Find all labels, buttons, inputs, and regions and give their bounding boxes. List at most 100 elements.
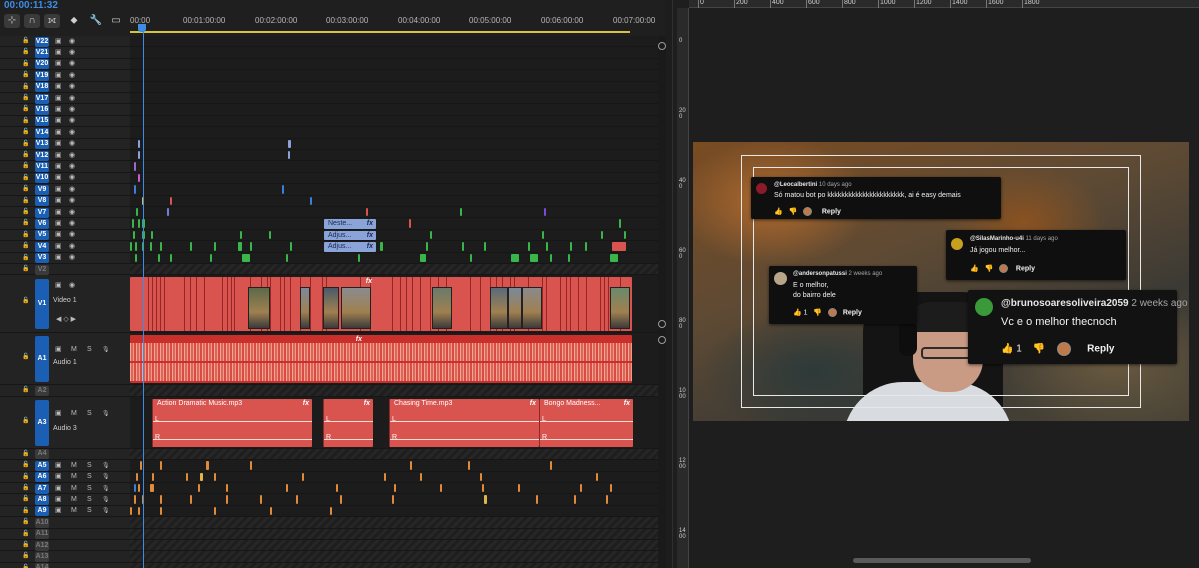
clip-marker[interactable] (480, 472, 482, 481)
toggle-output-icon[interactable]: ▣ (55, 281, 62, 291)
solo-button[interactable]: S (87, 495, 92, 505)
volume-rubberband[interactable] (390, 420, 539, 422)
lock-icon[interactable]: 🔓 (22, 60, 29, 67)
eye-icon[interactable]: ◉ (69, 173, 75, 183)
clip-marker[interactable] (286, 253, 288, 262)
clip-marker[interactable] (511, 253, 519, 262)
clip-marker[interactable] (134, 185, 136, 194)
eye-icon[interactable]: ◉ (69, 94, 75, 104)
lock-icon[interactable]: 🔓 (22, 541, 29, 548)
toggle-output-icon[interactable]: ▣ (55, 472, 62, 482)
toggle-output-icon[interactable]: ▣ (55, 116, 62, 126)
track-name[interactable]: A5 (35, 460, 49, 471)
solo-button[interactable]: S (87, 409, 92, 419)
eye-icon[interactable]: ◉ (69, 116, 75, 126)
keyframe-nav-icon[interactable]: ◀ ◇ ▶ (56, 315, 76, 325)
captions-icon[interactable]: ▭ (108, 14, 124, 28)
clip-marker[interactable] (250, 242, 252, 251)
track-name[interactable]: V11 (35, 162, 49, 173)
thumbs-up-icon[interactable]: 👍 (1001, 344, 1013, 355)
eye-icon[interactable]: ◉ (69, 208, 75, 218)
wrench-icon[interactable]: 🔧 (88, 14, 104, 28)
track-lane[interactable] (130, 58, 658, 70)
track-lane[interactable] (130, 36, 658, 47)
clip-marker[interactable] (135, 242, 137, 251)
playhead-handle[interactable] (138, 24, 146, 32)
lock-icon[interactable]: 🔓 (22, 507, 29, 514)
track-name[interactable]: V17 (35, 93, 49, 104)
track-lane[interactable]: Neste... fx (130, 218, 658, 229)
clip-marker[interactable] (568, 253, 570, 262)
music-clip[interactable]: Action Dramatic Music.mp3 fx L R (152, 398, 312, 447)
track-name[interactable]: A1 (35, 336, 49, 383)
track-name[interactable]: A2 (35, 386, 49, 397)
solo-button[interactable]: S (87, 345, 92, 355)
lock-icon[interactable]: 🔓 (22, 197, 29, 204)
music-clip[interactable]: Chasing Time.mp3 fx L R (389, 398, 539, 447)
toggle-output-icon[interactable]: ▣ (55, 105, 62, 115)
clip-marker[interactable] (160, 242, 162, 251)
lock-icon[interactable]: 🔓 (22, 94, 29, 101)
clip-marker[interactable] (340, 495, 342, 504)
track-name[interactable]: A13 (35, 552, 49, 563)
toggle-output-icon[interactable]: ▣ (55, 173, 62, 183)
microphone-icon[interactable]: 🎙 (102, 484, 110, 494)
clip-marker[interactable] (160, 506, 162, 516)
thumbs-down-icon[interactable]: 👎 (1033, 344, 1045, 355)
playhead-line[interactable] (143, 24, 144, 568)
track-name[interactable]: V6 (35, 219, 49, 230)
clip-marker[interactable] (140, 461, 142, 470)
clip-marker[interactable] (610, 253, 618, 262)
clip-marker[interactable] (214, 506, 216, 516)
track-name[interactable]: V15 (35, 116, 49, 127)
clip-marker[interactable] (138, 219, 140, 228)
clip-marker[interactable] (296, 495, 298, 504)
clip-marker[interactable] (214, 242, 216, 251)
track-lane[interactable] (130, 528, 658, 539)
track-lane[interactable] (130, 252, 658, 263)
toggle-output-icon[interactable]: ▣ (55, 219, 62, 229)
clip-marker[interactable] (468, 461, 470, 470)
clip-marker[interactable] (132, 219, 134, 228)
monitor-horizontal-scrollbar[interactable] (853, 558, 1031, 563)
track-name[interactable]: A9 (35, 506, 49, 517)
eye-icon[interactable]: ◉ (69, 59, 75, 69)
track-lane[interactable]: fx (130, 275, 658, 333)
volume-rubberband[interactable] (390, 438, 539, 440)
lock-icon[interactable]: 🔓 (22, 417, 29, 424)
track-name[interactable]: A4 (35, 449, 49, 460)
track-lane[interactable] (130, 161, 658, 172)
toggle-output-icon[interactable]: ▣ (55, 506, 62, 516)
track-name[interactable]: V13 (35, 139, 49, 150)
track-name[interactable]: V9 (35, 184, 49, 195)
audio-clip-track[interactable]: fx (130, 335, 632, 384)
adjustment-layer-clip[interactable]: Adjus... fx (324, 242, 376, 252)
clip-marker[interactable] (619, 219, 621, 228)
eye-icon[interactable]: ◉ (69, 71, 75, 81)
toggle-output-icon[interactable]: ▣ (55, 253, 62, 263)
playhead-timecode[interactable]: 00:00:11:32 (4, 0, 58, 11)
lock-icon[interactable]: 🔓 (22, 128, 29, 135)
toggle-output-icon[interactable]: ▣ (55, 484, 62, 494)
clip-marker[interactable] (440, 484, 442, 493)
reply-button[interactable]: Reply (843, 309, 862, 316)
toggle-output-icon[interactable]: ▣ (55, 151, 62, 161)
eye-icon[interactable]: ◉ (69, 151, 75, 161)
toggle-output-icon[interactable]: ▣ (55, 128, 62, 138)
clip-marker[interactable] (170, 196, 172, 205)
toggle-output-icon[interactable]: ▣ (55, 139, 62, 149)
clip-marker[interactable] (484, 242, 486, 251)
eye-icon[interactable]: ◉ (69, 253, 75, 263)
clip-marker[interactable] (610, 484, 612, 493)
clip-marker[interactable] (606, 495, 608, 504)
clip-marker[interactable] (260, 495, 262, 504)
insert-snap-icon[interactable]: ⊹ (4, 14, 20, 28)
clip-marker[interactable] (518, 484, 520, 493)
clip-marker[interactable] (530, 253, 538, 262)
thumbs-down-icon[interactable]: 👎 (985, 265, 994, 272)
lock-icon[interactable]: 🔓 (22, 140, 29, 147)
track-name[interactable]: V3 (35, 253, 49, 264)
clip-marker[interactable] (138, 506, 140, 516)
clip-marker[interactable] (430, 230, 432, 240)
clip-marker[interactable] (426, 242, 428, 251)
